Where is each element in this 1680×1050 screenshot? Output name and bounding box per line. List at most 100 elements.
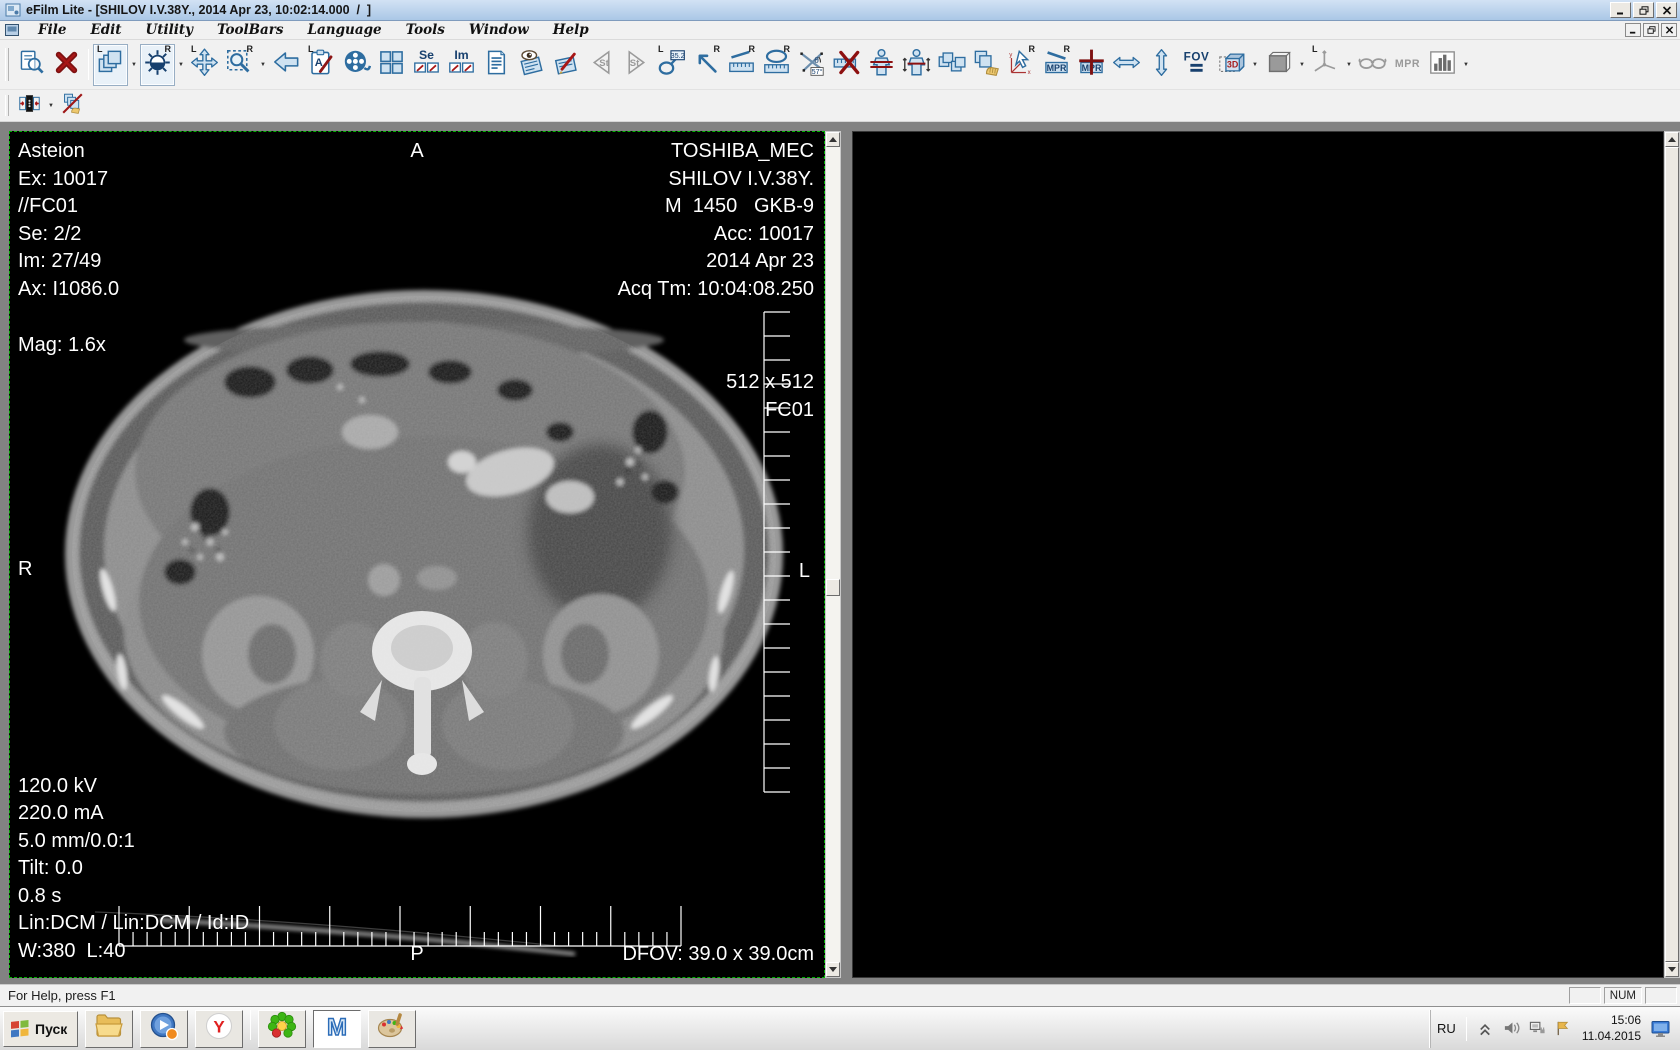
quick-launch: YM	[78, 1010, 416, 1048]
clipping-box-dropdown[interactable]: ▼	[1296, 45, 1308, 85]
action-center-icon[interactable]	[1555, 1020, 1572, 1037]
edit-annotations-button[interactable]	[549, 44, 584, 86]
nodrag-icon	[61, 92, 84, 120]
volume-icon[interactable]	[1503, 1020, 1520, 1037]
layout-grid-button[interactable]	[374, 44, 409, 86]
scrollbar-track[interactable]	[1665, 147, 1679, 962]
scout-lines-button[interactable]	[864, 44, 899, 86]
toolbar-grip[interactable]	[5, 95, 9, 116]
menu-toolbars[interactable]: ToolBars	[205, 21, 296, 39]
pan-button[interactable]: L	[187, 44, 222, 86]
status-num-indicator: NUM	[1604, 987, 1642, 1004]
drag-series-button[interactable]	[969, 44, 1004, 86]
scrollbar-thumb[interactable]	[1665, 147, 1679, 962]
angle-measurement-button[interactable]: θ57°	[794, 44, 829, 86]
image-viewport-empty[interactable]	[852, 131, 1664, 978]
cursor-3d-button[interactable]: yxR	[1004, 44, 1039, 86]
media-player-button[interactable]	[140, 1010, 188, 1048]
menu-help[interactable]: Help	[541, 21, 601, 39]
start-button[interactable]: Пуск	[3, 1011, 78, 1047]
mdi-minimize-button[interactable]	[1625, 23, 1641, 37]
taskbar: Пуск YM RU 15:06 11.04.2015	[0, 1006, 1680, 1050]
language-indicator[interactable]: RU	[1437, 1021, 1456, 1036]
menu-file[interactable]: File	[26, 21, 78, 39]
orientation-axes-dropdown[interactable]: ▼	[1343, 45, 1355, 85]
icq-button[interactable]	[258, 1010, 306, 1048]
menu-tools[interactable]: Tools	[394, 21, 457, 39]
mdi-child-icon[interactable]	[5, 24, 20, 37]
scroll-down-button[interactable]	[826, 962, 840, 977]
scout-range-button[interactable]	[899, 44, 934, 86]
orientation-marker-posterior: P	[10, 941, 824, 969]
menu-language[interactable]: Language	[296, 21, 394, 39]
efilm-workstation-button[interactable]: M	[313, 1010, 361, 1048]
right-viewport-scrollbar[interactable]	[1664, 131, 1680, 978]
next-study-button: St	[619, 44, 654, 86]
mouse-binding-r-label: R	[165, 45, 172, 54]
fit-to-window-button[interactable]	[14, 92, 45, 120]
stack-mode-button[interactable]: L	[93, 44, 128, 86]
show-annotations-button[interactable]	[514, 44, 549, 86]
view-3d-dropdown[interactable]: ▼	[1249, 45, 1261, 85]
zoom-button[interactable]: R	[222, 44, 257, 86]
file-explorer-button[interactable]	[85, 1010, 133, 1048]
menu-edit[interactable]: Edit	[78, 21, 133, 39]
elliptical-roi-button[interactable]: R	[759, 44, 794, 86]
window-level-button[interactable]: R	[140, 44, 175, 86]
report-button[interactable]	[479, 44, 514, 86]
svg-text:y: y	[1009, 51, 1013, 58]
delete-measurements-button[interactable]	[829, 44, 864, 86]
no-drag-button[interactable]	[57, 92, 88, 120]
display-icon[interactable]	[1651, 1020, 1671, 1038]
paint-button[interactable]	[368, 1010, 416, 1048]
field-of-view-button[interactable]: FOV	[1179, 44, 1214, 86]
restore-button[interactable]	[1633, 2, 1654, 18]
network-icon[interactable]	[1529, 1020, 1546, 1037]
view-3d-button[interactable]: 3D	[1214, 44, 1249, 86]
arrow-annotation-button[interactable]: R	[689, 44, 724, 86]
mdi-restore-button[interactable]	[1643, 23, 1659, 37]
left-viewport-scrollbar[interactable]	[825, 131, 841, 978]
stack-mode-dropdown[interactable]: ▼	[128, 45, 140, 85]
link-series-button[interactable]	[934, 44, 969, 86]
menu-utility[interactable]: Utility	[134, 21, 205, 39]
linear-measurement-button[interactable]: R	[724, 44, 759, 86]
image-viewport-active[interactable]: AsteionEx: 10017//FC01Se: 2/2Im: 27/49Ax…	[9, 131, 825, 978]
scrollbar-thumb[interactable]	[826, 579, 840, 596]
clock[interactable]: 15:06 11.04.2015	[1582, 1013, 1641, 1044]
probe-button[interactable]: 35.2L	[654, 44, 689, 86]
menu-items: FileEditUtilityToolBarsLanguageToolsWind…	[26, 21, 601, 39]
window-level-dropdown[interactable]: ▼	[175, 45, 187, 85]
mdi-close-button[interactable]	[1661, 23, 1677, 37]
toolbar-grip[interactable]	[5, 48, 9, 80]
mpr-orthogonal-button[interactable]: MPR	[1074, 44, 1109, 86]
reset-view-button[interactable]	[269, 44, 304, 86]
close-study-button[interactable]	[49, 44, 84, 86]
scroll-down-button[interactable]	[1665, 962, 1679, 977]
mouse-binding-l-label: L	[97, 45, 103, 54]
close-button[interactable]	[1656, 2, 1677, 18]
orientation-marker-left: L	[799, 558, 810, 586]
yandex-browser-button[interactable]: Y	[195, 1010, 243, 1048]
menu-window[interactable]: Window	[457, 21, 541, 39]
mouse-binding-l-label: L	[308, 45, 314, 54]
scrollbar-track[interactable]	[826, 147, 840, 962]
hide-icons-icon[interactable]	[1477, 1020, 1494, 1037]
flip-horizontal-button[interactable]	[1109, 44, 1144, 86]
zoom-dropdown[interactable]: ▼	[257, 45, 269, 85]
cine-button[interactable]	[339, 44, 374, 86]
minimize-button[interactable]	[1610, 2, 1631, 18]
flip-vertical-button[interactable]	[1144, 44, 1179, 86]
mpr-oblique-button[interactable]: MPRR	[1039, 44, 1074, 86]
histogram-dropdown[interactable]: ▼	[1460, 45, 1472, 85]
mouse-binding-l-label: L	[658, 45, 664, 54]
image-layout-button[interactable]: Im	[444, 44, 479, 86]
annotations-button[interactable]: AL	[304, 44, 339, 86]
scroll-up-button[interactable]	[1665, 132, 1679, 147]
open-study-button[interactable]	[14, 44, 49, 86]
system-tray: RU 15:06 11.04.2015	[1430, 1010, 1677, 1048]
dicom-overlay-line: M 1450 GKB-9	[618, 193, 814, 221]
scroll-up-button[interactable]	[826, 132, 840, 147]
fit-to-window-dropdown[interactable]: ▼	[45, 86, 57, 126]
series-layout-button[interactable]: Se	[409, 44, 444, 86]
